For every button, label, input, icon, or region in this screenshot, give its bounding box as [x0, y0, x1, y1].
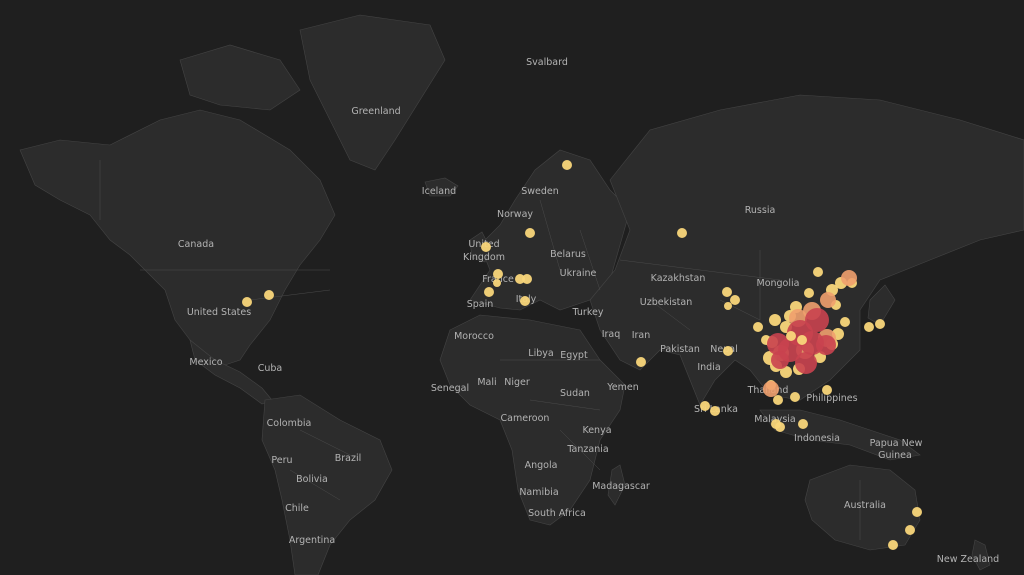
case-marker-small[interactable]	[264, 290, 274, 300]
label-cuba: Cuba	[258, 363, 283, 374]
label-australia: Australia	[844, 500, 886, 511]
case-marker-small[interactable]	[520, 296, 530, 306]
case-marker-large[interactable]	[771, 351, 789, 369]
label-morocco: Morocco	[454, 331, 494, 342]
case-marker-small[interactable]	[242, 297, 252, 307]
case-marker-small[interactable]	[797, 335, 807, 345]
case-marker-small[interactable]	[636, 357, 646, 367]
label-kenya: Kenya	[582, 425, 611, 436]
label-argentina: Argentina	[289, 535, 335, 546]
label-canada: Canada	[178, 239, 214, 250]
label-papua-2: Guinea	[878, 450, 912, 461]
label-svalbard: Svalbard	[526, 57, 568, 68]
north-america-landmass	[19, 109, 336, 366]
label-brazil: Brazil	[335, 453, 362, 464]
case-marker-medium[interactable]	[820, 292, 836, 308]
label-niger: Niger	[504, 377, 530, 388]
label-spain: Spain	[467, 299, 494, 310]
label-kazakhstan: Kazakhstan	[651, 273, 706, 284]
label-peru: Peru	[271, 455, 292, 466]
case-marker-small[interactable]	[700, 401, 710, 411]
label-united-states: United States	[187, 307, 251, 318]
case-marker-medium[interactable]	[841, 270, 857, 286]
case-marker-small[interactable]	[804, 288, 814, 298]
label-mongolia: Mongolia	[757, 278, 800, 289]
case-marker-small[interactable]	[522, 274, 532, 284]
label-ukraine: Ukraine	[560, 268, 597, 279]
case-marker-small[interactable]	[775, 422, 785, 432]
label-united-kingdom-2: Kingdom	[463, 252, 505, 263]
label-indonesia: Indonesia	[794, 433, 840, 444]
case-marker-small[interactable]	[724, 302, 732, 310]
label-new-zealand: New Zealand	[937, 554, 999, 565]
label-norway: Norway	[497, 209, 533, 220]
label-yemen: Yemen	[606, 382, 639, 393]
case-marker-small[interactable]	[677, 228, 687, 238]
label-uzbekistan: Uzbekistan	[640, 297, 692, 308]
label-colombia: Colombia	[267, 418, 312, 429]
label-russia: Russia	[745, 205, 776, 216]
case-marker-small[interactable]	[722, 287, 732, 297]
label-turkey: Turkey	[572, 307, 604, 318]
case-marker-large[interactable]	[816, 335, 836, 355]
case-marker-small[interactable]	[481, 242, 491, 252]
case-marker-small[interactable]	[813, 267, 823, 277]
label-belarus: Belarus	[550, 249, 586, 260]
label-bolivia: Bolivia	[296, 474, 328, 485]
label-cameroon: Cameroon	[501, 413, 550, 424]
case-marker-small[interactable]	[710, 406, 720, 416]
label-south-africa: South Africa	[528, 508, 586, 519]
case-marker-small[interactable]	[888, 540, 898, 550]
label-greenland: Greenland	[351, 106, 400, 117]
label-pakistan: Pakistan	[660, 344, 700, 355]
case-marker-medium[interactable]	[763, 381, 779, 397]
case-marker-small[interactable]	[493, 279, 501, 287]
label-iran: Iran	[632, 330, 651, 341]
label-angola: Angola	[525, 460, 558, 471]
case-marker-small[interactable]	[769, 314, 781, 326]
case-marker-large[interactable]	[795, 352, 817, 374]
case-marker-small[interactable]	[493, 269, 503, 279]
label-senegal: Senegal	[431, 383, 469, 394]
case-marker-small[interactable]	[905, 525, 915, 535]
case-marker-small[interactable]	[864, 322, 874, 332]
label-libya: Libya	[528, 348, 553, 359]
case-marker-small[interactable]	[484, 287, 494, 297]
label-tanzania: Tanzania	[566, 444, 608, 455]
case-marker-small[interactable]	[723, 346, 733, 356]
label-papua-1: Papua New	[870, 438, 923, 449]
case-marker-small[interactable]	[822, 385, 832, 395]
map-canvas: Svalbard Greenland Iceland Sweden Norway…	[19, 14, 1024, 575]
label-sudan: Sudan	[560, 388, 590, 399]
case-marker-small[interactable]	[753, 322, 763, 332]
label-iceland: Iceland	[422, 186, 456, 197]
case-marker-small[interactable]	[840, 317, 850, 327]
case-marker-small[interactable]	[912, 507, 922, 517]
label-sweden: Sweden	[521, 186, 559, 197]
case-marker-small[interactable]	[798, 419, 808, 429]
label-iraq: Iraq	[602, 329, 621, 340]
case-marker-small[interactable]	[773, 395, 783, 405]
label-egypt: Egypt	[560, 350, 588, 361]
case-marker-small[interactable]	[562, 160, 572, 170]
case-marker-small[interactable]	[790, 392, 800, 402]
label-chile: Chile	[285, 503, 309, 514]
greenland-landmass	[299, 14, 446, 171]
label-mexico: Mexico	[189, 357, 222, 368]
arctic-islands-landmass	[179, 44, 301, 111]
label-madagascar: Madagascar	[592, 481, 650, 492]
case-marker-small[interactable]	[786, 331, 796, 341]
label-india: India	[697, 362, 720, 373]
world-map[interactable]: Svalbard Greenland Iceland Sweden Norway…	[0, 0, 1024, 575]
case-marker-small[interactable]	[730, 295, 740, 305]
case-marker-small[interactable]	[525, 228, 535, 238]
label-philippines: Philippines	[806, 393, 857, 404]
case-marker-small[interactable]	[875, 319, 885, 329]
label-namibia: Namibia	[519, 487, 558, 498]
label-mali: Mali	[477, 377, 496, 388]
